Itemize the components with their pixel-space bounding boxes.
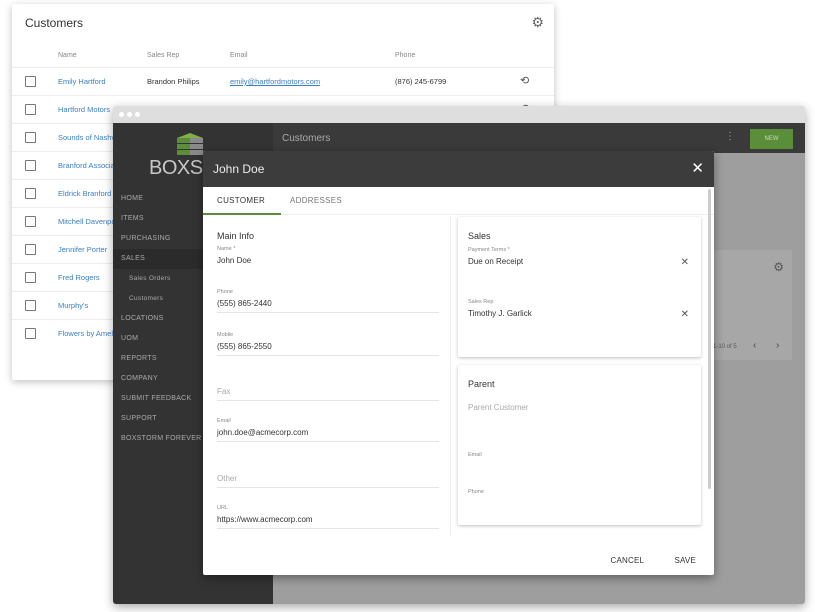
email-label: Email <box>217 418 231 424</box>
clear-icon[interactable]: ✕ <box>681 309 689 320</box>
phone-label: Phone <box>217 289 233 295</box>
boxstorm-logo-icon <box>177 133 203 155</box>
col-phone[interactable]: Phone <box>395 52 415 59</box>
payment-terms-field[interactable]: Payment Terms * Due on Receipt ✕ <box>468 247 689 270</box>
col-name[interactable]: Name <box>58 52 77 59</box>
table-row[interactable]: Emily Hartford Brandon Philips emily@hartf… <box>12 67 554 95</box>
sales-rep-label: Sales Rep <box>468 299 494 305</box>
phone-cell: (876) 245-6799 <box>395 77 447 86</box>
row-checkbox[interactable] <box>25 272 36 283</box>
pagination-label: 1-10 of 5 <box>713 344 737 350</box>
fax-field[interactable]: Fax <box>217 387 439 401</box>
customer-name-link[interactable]: Jennifer Porter <box>58 245 107 254</box>
customer-name-link[interactable]: Branford Associa <box>58 161 115 170</box>
window-dot-icon[interactable] <box>119 112 124 117</box>
gear-icon[interactable]: ⚙ <box>773 260 784 274</box>
parent-phone-field: Phone <box>468 489 689 495</box>
column-divider <box>450 216 451 536</box>
row-checkbox[interactable] <box>25 328 36 339</box>
parent-card: Parent Parent Customer Email Phone <box>458 365 701 525</box>
other-field[interactable]: Other <box>217 474 439 488</box>
parent-email-label: Email <box>468 452 482 458</box>
sales-rep-value[interactable]: Timothy J. Garlick <box>468 309 689 322</box>
other-placeholder[interactable]: Other <box>217 474 439 487</box>
page-title: Customers <box>25 16 84 30</box>
col-sales-rep[interactable]: Sales Rep <box>147 52 179 59</box>
email-link[interactable]: emily@hartfordmotors.com <box>230 77 320 86</box>
sales-rep-field[interactable]: Sales Rep Timothy J. Garlick ✕ <box>468 299 689 322</box>
parent-email-field: Email <box>468 452 689 458</box>
tab-addresses[interactable]: ADDRESSES <box>290 196 342 205</box>
parent-phone-label: Phone <box>468 489 484 495</box>
row-checkbox[interactable] <box>25 160 36 171</box>
sales-card: Sales Payment Terms * Due on Receipt ✕ S… <box>458 217 701 357</box>
url-value[interactable]: https://www.acmecorp.com <box>217 515 439 528</box>
more-vert-icon[interactable]: ⋮ <box>725 131 735 142</box>
topbar-title: Customers <box>282 133 331 144</box>
mobile-label: Mobile <box>217 332 234 338</box>
chevron-left-icon[interactable]: ‹ <box>753 340 756 351</box>
name-field[interactable]: Name * John Doe <box>217 246 439 269</box>
customer-name-link[interactable]: Mitchell Davenpo <box>58 217 116 226</box>
sales-rep-cell: Brandon Philips <box>147 77 200 86</box>
window-dot-icon[interactable] <box>127 112 132 117</box>
clear-icon[interactable]: ✕ <box>681 257 689 268</box>
payment-terms-label: Payment Terms * <box>468 247 510 253</box>
chevron-right-icon[interactable]: › <box>776 340 779 351</box>
new-button[interactable]: NEW <box>750 129 793 149</box>
email-value[interactable]: john.doe@acmecorp.com <box>217 428 439 441</box>
table-header: Name Sales Rep Email Phone <box>12 52 554 66</box>
window-dot-icon[interactable] <box>135 112 140 117</box>
row-checkbox[interactable] <box>25 188 36 199</box>
email-field[interactable]: Email john.doe@acmecorp.com <box>217 418 439 442</box>
background-card: ⚙ 1-10 of 5 ‹ › <box>709 250 792 360</box>
row-checkbox[interactable] <box>25 132 36 143</box>
dialog-actions: CANCEL SAVE <box>583 556 696 565</box>
row-checkbox[interactable] <box>25 244 36 255</box>
mobile-field[interactable]: Mobile (555) 865-2550 <box>217 332 439 356</box>
main-info-heading: Main Info <box>217 231 255 241</box>
name-label: Name * <box>217 246 236 252</box>
payment-terms-value[interactable]: Due on Receipt <box>468 257 689 270</box>
customer-dialog: John Doe ✕ CUSTOMER ADDRESSES Main Info … <box>203 151 714 575</box>
cancel-button[interactable]: CANCEL <box>611 556 645 565</box>
name-value[interactable]: John Doe <box>217 256 439 269</box>
gear-icon[interactable]: ⚙ <box>531 14 544 31</box>
phone-field[interactable]: Phone (555) 865-2440 <box>217 289 439 313</box>
top-bar: Customers ⋮ NEW <box>273 123 805 153</box>
customer-name-link[interactable]: Eldrick Branford <box>58 189 111 198</box>
mobile-value[interactable]: (555) 865-2550 <box>217 342 439 355</box>
col-email[interactable]: Email <box>230 52 248 59</box>
customer-name-link[interactable]: Flowers by Ameli <box>58 329 115 338</box>
customer-name-link[interactable]: Sounds of Nashv <box>58 133 115 142</box>
url-field[interactable]: URL https://www.acmecorp.com <box>217 505 439 529</box>
parent-customer-field[interactable]: Parent Customer <box>468 403 689 416</box>
close-icon[interactable]: ✕ <box>691 159 704 177</box>
scrollbar[interactable] <box>708 189 711 489</box>
row-checkbox[interactable] <box>25 216 36 227</box>
sales-heading: Sales <box>468 231 491 241</box>
customer-name-link[interactable]: Hartford Motors <box>58 105 110 114</box>
window-chrome <box>113 106 805 123</box>
dialog-tabs: CUSTOMER ADDRESSES <box>203 187 714 215</box>
parent-heading: Parent <box>468 379 495 389</box>
main-info-section: Main Info Name * John Doe Phone (555) 86… <box>217 231 439 529</box>
row-checkbox[interactable] <box>25 300 36 311</box>
history-icon[interactable]: ⟲ <box>520 74 529 87</box>
row-checkbox[interactable] <box>25 104 36 115</box>
customer-name-link[interactable]: Fred Rogers <box>58 273 100 282</box>
customer-name-link[interactable]: Murphy's <box>58 301 88 310</box>
customer-name-link[interactable]: Emily Hartford <box>58 77 106 86</box>
tab-customer[interactable]: CUSTOMER <box>217 196 265 205</box>
save-button[interactable]: SAVE <box>674 556 696 565</box>
active-tab-indicator <box>203 213 281 215</box>
dialog-header: John Doe ✕ <box>203 151 714 187</box>
url-label: URL <box>217 505 229 511</box>
row-checkbox[interactable] <box>25 76 36 87</box>
phone-value[interactable]: (555) 865-2440 <box>217 299 439 312</box>
parent-customer-placeholder[interactable]: Parent Customer <box>468 403 689 416</box>
fax-placeholder[interactable]: Fax <box>217 387 439 400</box>
dialog-title: John Doe <box>213 162 265 176</box>
